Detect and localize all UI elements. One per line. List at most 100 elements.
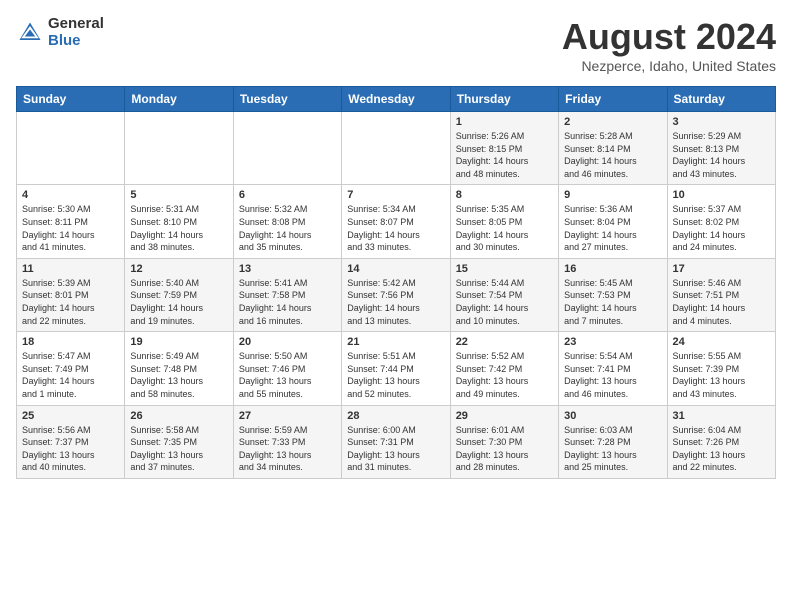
day-cell-26: 26Sunrise: 5:58 AM Sunset: 7:35 PM Dayli… — [125, 405, 233, 478]
day-cell-5: 5Sunrise: 5:31 AM Sunset: 8:10 PM Daylig… — [125, 185, 233, 258]
day-cell-13: 13 Sunrise: 5:41 AM Sunset: 7:58 PM Dayli… — [233, 258, 341, 331]
logo: General Blue — [16, 16, 104, 49]
empty-cell — [342, 112, 450, 185]
day-number-10: 10 — [673, 189, 770, 201]
day-info-5: Sunrise: 5:31 AM Sunset: 8:10 PM Dayligh… — [130, 203, 227, 253]
day-cell-30: 30Sunrise: 6:03 AM Sunset: 7:28 PM Dayli… — [559, 405, 667, 478]
day-cell-1: 1 Sunrise: 5:26 AM Sunset: 8:15 PM Daylig… — [450, 112, 558, 185]
day-info-31: Sunrise: 6:04 AM Sunset: 7:26 PM Dayligh… — [673, 424, 770, 474]
day-cell-31: 31 Sunrise: 6:04 AM Sunset: 7:26 PM Dayli… — [667, 405, 775, 478]
day-info-9: Sunrise: 5:36 AM Sunset: 8:04 PM Dayligh… — [564, 203, 661, 253]
day-number-3: 3 — [673, 116, 770, 128]
day-number-18: 18 — [22, 336, 119, 348]
calendar-table: SundayMondayTuesdayWednesdayThursdayFrid… — [16, 86, 776, 479]
empty-cell — [17, 112, 125, 185]
day-number-19: 19 — [130, 336, 227, 348]
day-info-6: Sunrise: 5:32 AM Sunset: 8:08 PM Dayligh… — [239, 203, 336, 253]
day-info-16: Sunrise: 5:45 AM Sunset: 7:53 PM Dayligh… — [564, 277, 661, 327]
day-number-29: 29 — [456, 410, 553, 422]
day-info-3: Sunrise: 5:29 AM Sunset: 8:13 PM Dayligh… — [673, 130, 770, 180]
day-info-10: Sunrise: 5:37 AM Sunset: 8:02 PM Dayligh… — [673, 203, 770, 253]
day-info-4: Sunrise: 5:30 AM Sunset: 8:11 PM Dayligh… — [22, 203, 119, 253]
day-number-25: 25 — [22, 410, 119, 422]
day-number-28: 28 — [347, 410, 444, 422]
day-number-4: 4 — [22, 189, 119, 201]
day-cell-24: 24Sunrise: 5:55 AM Sunset: 7:39 PM Dayli… — [667, 332, 775, 405]
weekday-header-saturday: Saturday — [667, 87, 775, 112]
day-number-26: 26 — [130, 410, 227, 422]
day-number-1: 1 — [456, 116, 553, 128]
week-row-3: 11 Sunrise: 5:39 AM Sunset: 8:01 PM Dayli… — [17, 258, 776, 331]
logo-general-text: General — [48, 16, 104, 33]
day-number-17: 17 — [673, 263, 770, 275]
day-info-19: Sunrise: 5:49 AM Sunset: 7:48 PM Dayligh… — [130, 350, 227, 400]
day-info-29: Sunrise: 6:01 AM Sunset: 7:30 PM Dayligh… — [456, 424, 553, 474]
day-info-18: Sunrise: 5:47 AM Sunset: 7:49 PM Dayligh… — [22, 350, 119, 400]
day-number-12: 12 — [130, 263, 227, 275]
day-info-22: Sunrise: 5:52 AM Sunset: 7:42 PM Dayligh… — [456, 350, 553, 400]
day-number-21: 21 — [347, 336, 444, 348]
day-cell-11: 11 Sunrise: 5:39 AM Sunset: 8:01 PM Dayli… — [17, 258, 125, 331]
logo-icon — [16, 19, 44, 47]
day-number-11: 11 — [22, 263, 119, 275]
week-row-2: 4 Sunrise: 5:30 AM Sunset: 8:11 PM Daylig… — [17, 185, 776, 258]
day-info-15: Sunrise: 5:44 AM Sunset: 7:54 PM Dayligh… — [456, 277, 553, 327]
day-cell-16: 16 Sunrise: 5:45 AM Sunset: 7:53 PM Dayli… — [559, 258, 667, 331]
day-number-16: 16 — [564, 263, 661, 275]
day-number-15: 15 — [456, 263, 553, 275]
day-info-23: Sunrise: 5:54 AM Sunset: 7:41 PM Dayligh… — [564, 350, 661, 400]
day-cell-17: 17 Sunrise: 5:46 AM Sunset: 7:51 PM Dayli… — [667, 258, 775, 331]
week-row-4: 18 Sunrise: 5:47 AM Sunset: 7:49 PM Dayli… — [17, 332, 776, 405]
day-cell-7: 7 Sunrise: 5:34 AM Sunset: 8:07 PM Daylig… — [342, 185, 450, 258]
day-info-17: Sunrise: 5:46 AM Sunset: 7:51 PM Dayligh… — [673, 277, 770, 327]
day-cell-23: 23Sunrise: 5:54 AM Sunset: 7:41 PM Dayli… — [559, 332, 667, 405]
title-block: August 2024 Nezperce, Idaho, United Stat… — [562, 16, 776, 74]
day-info-11: Sunrise: 5:39 AM Sunset: 8:01 PM Dayligh… — [22, 277, 119, 327]
week-row-5: 25Sunrise: 5:56 AM Sunset: 7:37 PM Dayli… — [17, 405, 776, 478]
day-cell-18: 18 Sunrise: 5:47 AM Sunset: 7:49 PM Dayli… — [17, 332, 125, 405]
day-number-27: 27 — [239, 410, 336, 422]
day-cell-8: 8 Sunrise: 5:35 AM Sunset: 8:05 PM Daylig… — [450, 185, 558, 258]
day-info-20: Sunrise: 5:50 AM Sunset: 7:46 PM Dayligh… — [239, 350, 336, 400]
day-cell-25: 25Sunrise: 5:56 AM Sunset: 7:37 PM Dayli… — [17, 405, 125, 478]
page-header: General Blue August 2024 Nezperce, Idaho… — [16, 16, 776, 74]
day-number-22: 22 — [456, 336, 553, 348]
empty-cell — [233, 112, 341, 185]
weekday-header-sunday: Sunday — [17, 87, 125, 112]
day-info-1: Sunrise: 5:26 AM Sunset: 8:15 PM Dayligh… — [456, 130, 553, 180]
day-info-13: Sunrise: 5:41 AM Sunset: 7:58 PM Dayligh… — [239, 277, 336, 327]
weekday-header-monday: Monday — [125, 87, 233, 112]
day-number-6: 6 — [239, 189, 336, 201]
weekday-header-thursday: Thursday — [450, 87, 558, 112]
day-info-2: Sunrise: 5:28 AM Sunset: 8:14 PM Dayligh… — [564, 130, 661, 180]
day-number-24: 24 — [673, 336, 770, 348]
page-title: August 2024 — [562, 16, 776, 58]
day-number-13: 13 — [239, 263, 336, 275]
weekday-header-wednesday: Wednesday — [342, 87, 450, 112]
day-info-27: Sunrise: 5:59 AM Sunset: 7:33 PM Dayligh… — [239, 424, 336, 474]
day-number-7: 7 — [347, 189, 444, 201]
weekday-header-friday: Friday — [559, 87, 667, 112]
day-cell-29: 29 Sunrise: 6:01 AM Sunset: 7:30 PM Dayli… — [450, 405, 558, 478]
day-cell-9: 9Sunrise: 5:36 AM Sunset: 8:04 PM Daylig… — [559, 185, 667, 258]
day-number-14: 14 — [347, 263, 444, 275]
day-number-8: 8 — [456, 189, 553, 201]
day-number-31: 31 — [673, 410, 770, 422]
day-info-30: Sunrise: 6:03 AM Sunset: 7:28 PM Dayligh… — [564, 424, 661, 474]
day-info-28: Sunrise: 6:00 AM Sunset: 7:31 PM Dayligh… — [347, 424, 444, 474]
day-cell-10: 10 Sunrise: 5:37 AM Sunset: 8:02 PM Dayli… — [667, 185, 775, 258]
day-number-20: 20 — [239, 336, 336, 348]
day-cell-21: 21 Sunrise: 5:51 AM Sunset: 7:44 PM Dayli… — [342, 332, 450, 405]
day-cell-15: 15 Sunrise: 5:44 AM Sunset: 7:54 PM Dayli… — [450, 258, 558, 331]
day-cell-4: 4 Sunrise: 5:30 AM Sunset: 8:11 PM Daylig… — [17, 185, 125, 258]
day-info-8: Sunrise: 5:35 AM Sunset: 8:05 PM Dayligh… — [456, 203, 553, 253]
day-cell-19: 19 Sunrise: 5:49 AM Sunset: 7:48 PM Dayli… — [125, 332, 233, 405]
day-info-21: Sunrise: 5:51 AM Sunset: 7:44 PM Dayligh… — [347, 350, 444, 400]
weekday-header-row: SundayMondayTuesdayWednesdayThursdayFrid… — [17, 87, 776, 112]
day-cell-2: 2Sunrise: 5:28 AM Sunset: 8:14 PM Daylig… — [559, 112, 667, 185]
day-cell-12: 12Sunrise: 5:40 AM Sunset: 7:59 PM Dayli… — [125, 258, 233, 331]
day-cell-28: 28 Sunrise: 6:00 AM Sunset: 7:31 PM Dayli… — [342, 405, 450, 478]
day-info-7: Sunrise: 5:34 AM Sunset: 8:07 PM Dayligh… — [347, 203, 444, 253]
day-cell-20: 20 Sunrise: 5:50 AM Sunset: 7:46 PM Dayli… — [233, 332, 341, 405]
week-row-1: 1 Sunrise: 5:26 AM Sunset: 8:15 PM Daylig… — [17, 112, 776, 185]
